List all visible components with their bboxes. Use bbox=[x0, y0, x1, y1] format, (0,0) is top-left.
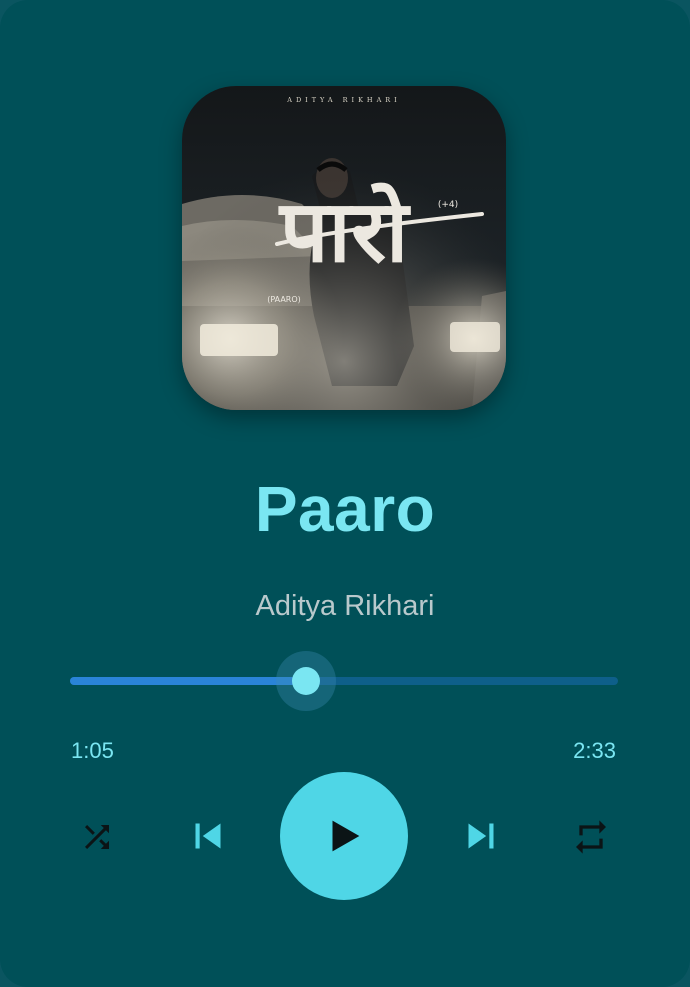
previous-button[interactable] bbox=[182, 810, 234, 862]
slider-thumb[interactable] bbox=[292, 667, 320, 695]
skip-previous-icon bbox=[195, 823, 221, 849]
slider-fill bbox=[70, 677, 306, 685]
track-artist: Aditya Rikhari bbox=[255, 590, 435, 622]
album-cover-image: ADITYA RIKHARI पारो (PAARO) (+4) bbox=[182, 86, 506, 410]
skip-next-icon bbox=[468, 823, 494, 849]
elapsed-time: 1:05 bbox=[71, 738, 114, 763]
artwork-subtitle: (PAARO) bbox=[267, 295, 301, 304]
album-artwork: ADITYA RIKHARI पारो (PAARO) (+4) bbox=[182, 86, 506, 410]
play-button[interactable] bbox=[280, 772, 408, 900]
player-card: ADITYA RIKHARI पारो (PAARO) (+4) Paaro A… bbox=[0, 0, 690, 987]
progress-slider[interactable] bbox=[70, 650, 618, 712]
artwork-tag: (+4) bbox=[438, 200, 458, 210]
play-icon bbox=[332, 820, 360, 852]
next-button[interactable] bbox=[455, 810, 507, 862]
track-title: Paaro bbox=[254, 473, 436, 545]
artwork-header-text: ADITYA RIKHARI bbox=[286, 96, 401, 104]
total-time: 2:33 bbox=[573, 738, 616, 763]
shuffle-button[interactable] bbox=[72, 812, 122, 862]
repeat-button[interactable] bbox=[566, 812, 616, 862]
shuffle-icon bbox=[85, 825, 109, 849]
repeat-icon bbox=[576, 820, 606, 854]
